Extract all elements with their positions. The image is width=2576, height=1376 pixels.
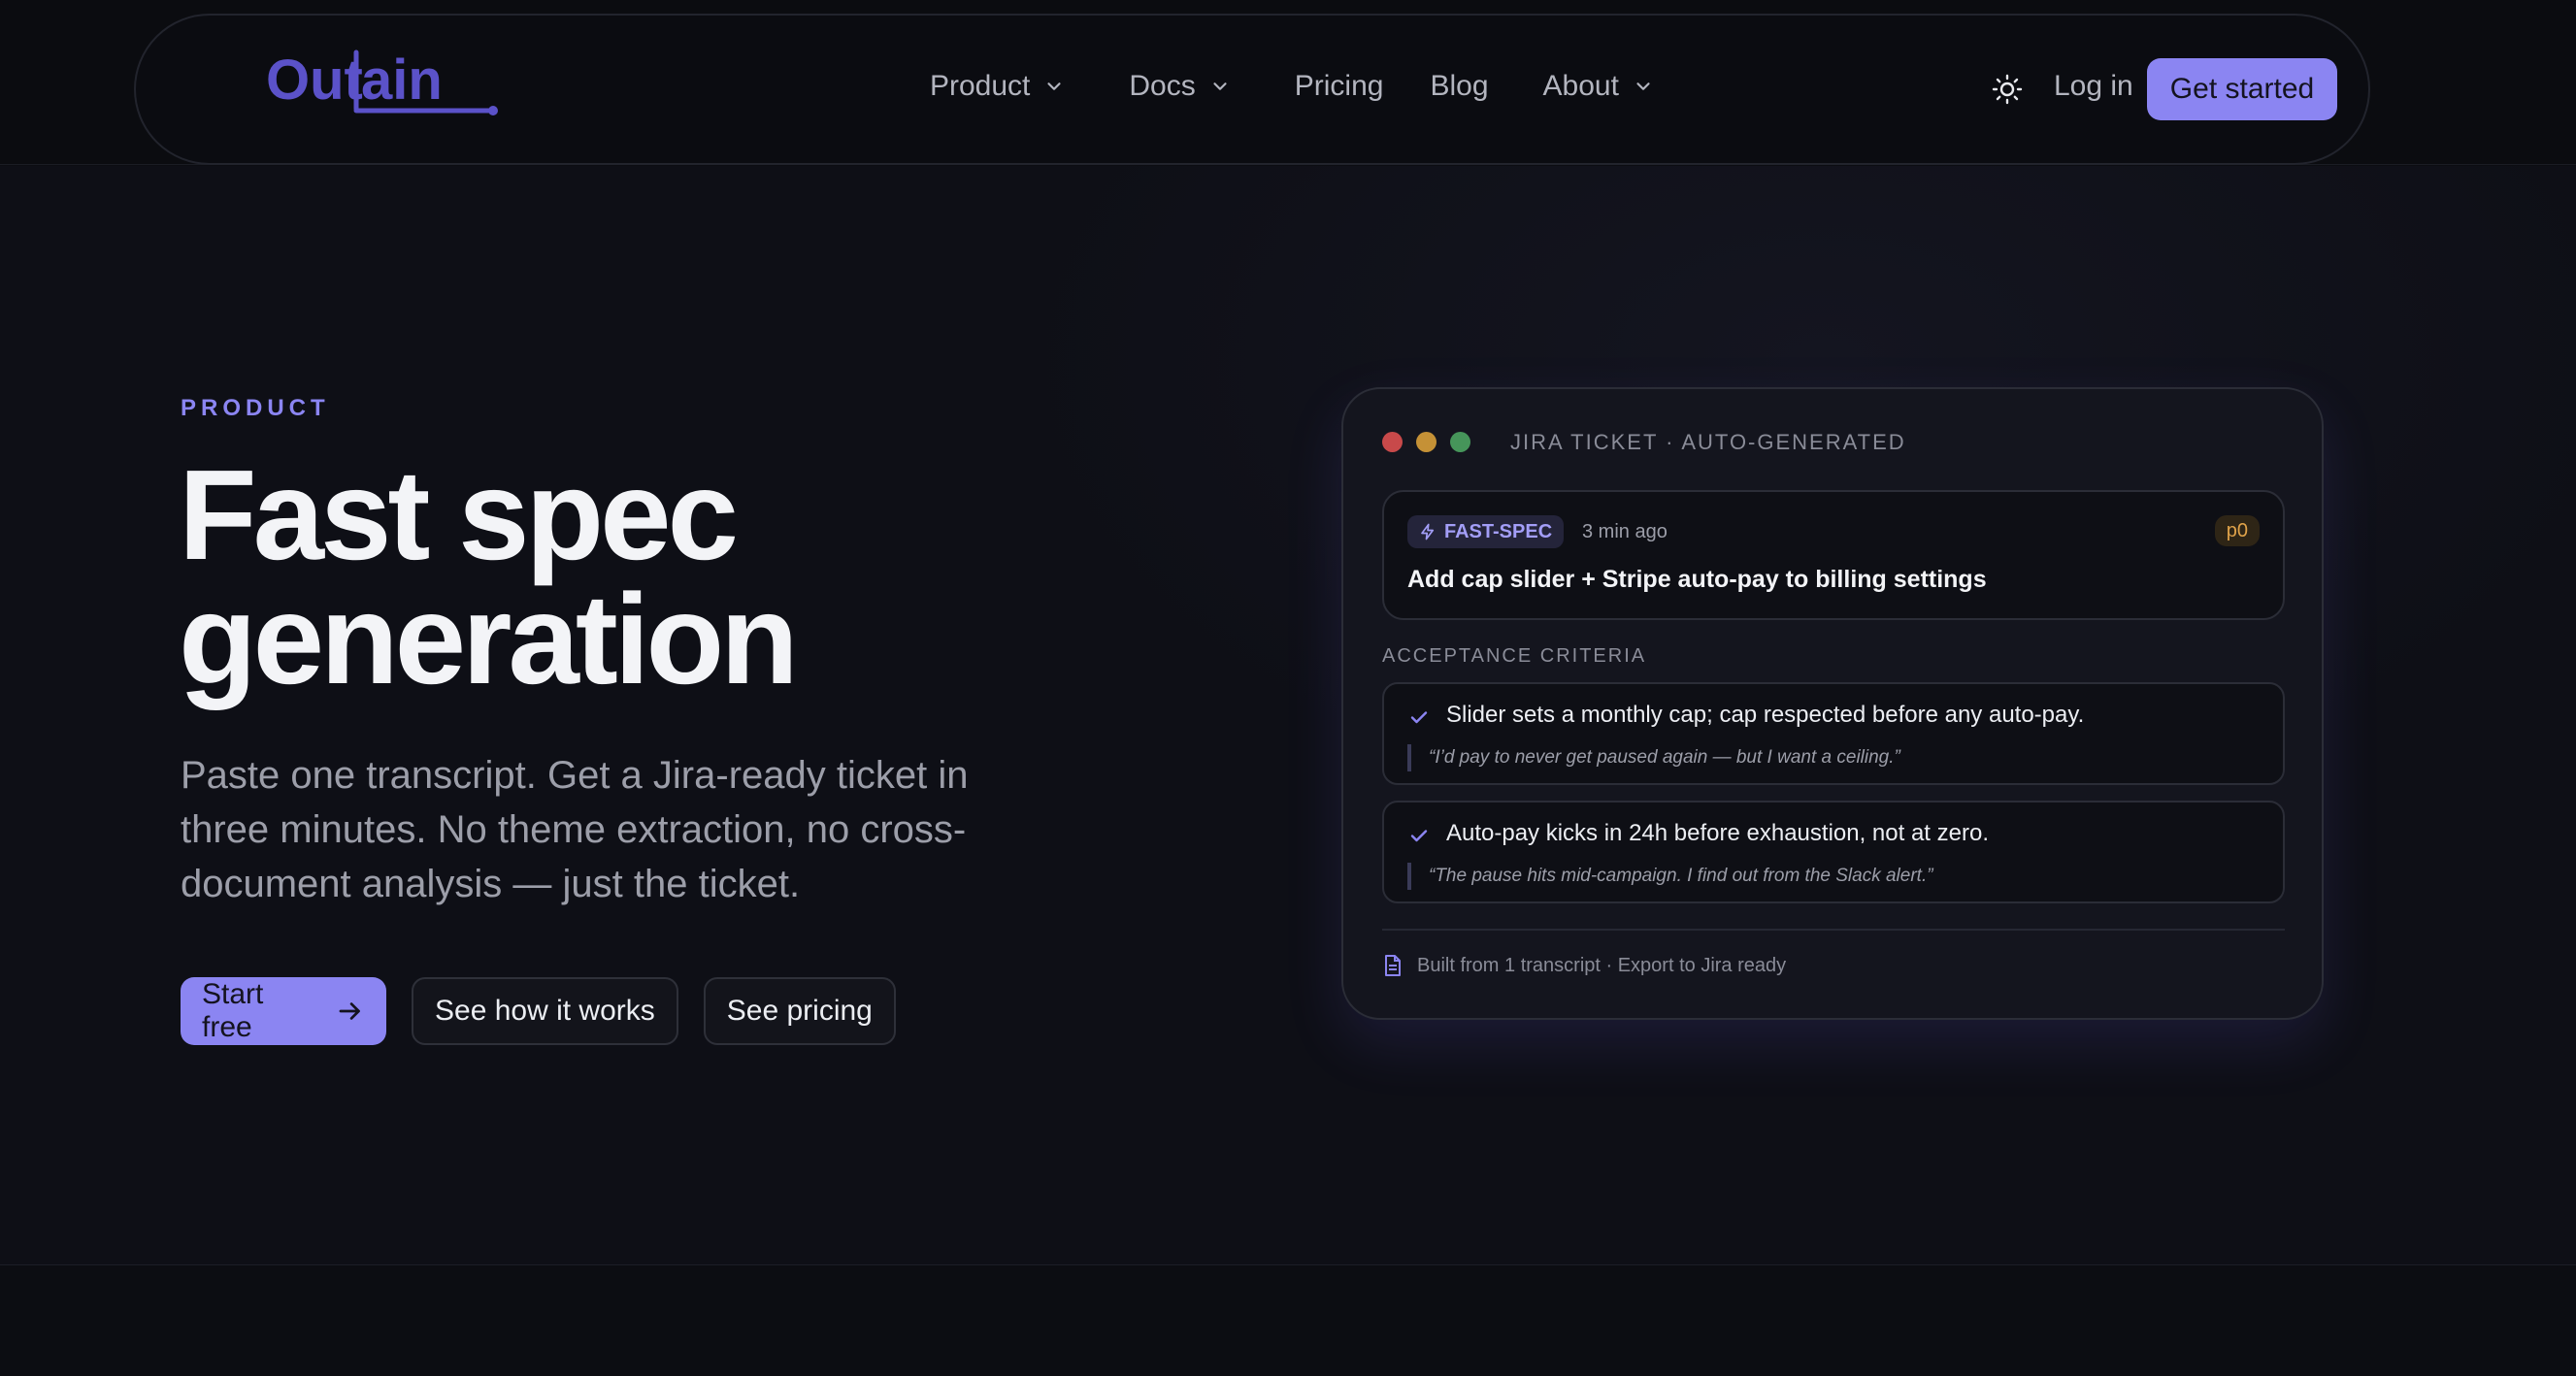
hero-section: PRODUCT Fast spec generation Paste one t…: [0, 166, 2576, 1265]
page: Out ain Product Docs Pricing Blog About: [0, 0, 2576, 1376]
window-dots: [1382, 432, 1470, 452]
criteria-quote: “The pause hits mid-campaign. I find out…: [1407, 863, 1933, 890]
fast-spec-tag: FAST-SPEC: [1407, 515, 1565, 548]
sun-icon[interactable]: [1992, 74, 2023, 105]
dot-green: [1450, 432, 1470, 452]
card-divider: [1382, 929, 2285, 931]
acceptance-criteria-label: ACCEPTANCE CRITERIA: [1382, 645, 1647, 667]
login-link[interactable]: Log in: [2054, 70, 2133, 103]
criteria-item: Auto-pay kicks in 24h before exhaustion,…: [1382, 801, 2285, 903]
main-nav: Product Docs Pricing Blog About: [930, 70, 1654, 103]
criteria-quote: “I’d pay to never get paused again — but…: [1407, 744, 1900, 771]
nav-item-label: Docs: [1129, 70, 1196, 102]
criteria-text: Slider sets a monthly cap; cap respected…: [1446, 702, 2085, 728]
nav-item-label: About: [1542, 70, 1619, 102]
nav-item-docs[interactable]: Docs: [1129, 70, 1230, 103]
chevron-down-icon: [1213, 82, 1227, 90]
ticket-summary: FAST-SPEC 3 min ago p0 Add cap slider + …: [1382, 490, 2285, 620]
nav-item-product[interactable]: Product: [930, 70, 1065, 103]
dot-yellow: [1416, 432, 1437, 452]
chevron-down-icon: [1047, 82, 1061, 90]
check-icon: [1410, 830, 1428, 842]
nav-item-label: Pricing: [1294, 70, 1384, 102]
nav-item-label: Product: [930, 70, 1031, 102]
hero-eyebrow: PRODUCT: [181, 395, 330, 421]
svg-text:ain: ain: [361, 49, 443, 112]
hero-title-line-1: Fast spec: [179, 443, 739, 586]
see-pricing-button[interactable]: See pricing: [703, 977, 896, 1045]
nav-item-about[interactable]: About: [1543, 70, 1654, 103]
nav-item-label: Blog: [1430, 70, 1489, 102]
arrow-right-icon: [339, 1002, 361, 1020]
next-section: [0, 1266, 2576, 1376]
check-icon: [1410, 711, 1428, 724]
priority-badge: p0: [2214, 515, 2260, 546]
footnote-text: Built from 1 transcript · Export to Jira…: [1417, 954, 1787, 976]
tag-label: FAST-SPEC: [1444, 520, 1553, 542]
hero-title-line-2: generation: [179, 568, 799, 710]
start-free-label: Start free: [202, 978, 264, 1043]
dot-red: [1382, 432, 1403, 452]
hero-buttons: Start free See how it works See pricing: [181, 977, 896, 1045]
card-label: JIRA TICKET · AUTO-GENERATED: [1510, 430, 1906, 454]
nav-item-pricing[interactable]: Pricing: [1295, 70, 1384, 103]
document-icon: [1385, 955, 1401, 976]
lightning-icon: [1421, 523, 1435, 541]
ticket-title: Add cap slider + Stripe auto-pay to bill…: [1407, 566, 1987, 593]
hero-subtitle: Paste one transcript. Get a Jira-ready t…: [181, 754, 969, 905]
criteria-item: Slider sets a monthly cap; cap respected…: [1382, 682, 2285, 785]
svg-text:Out: Out: [266, 49, 363, 112]
see-how-it-works-button[interactable]: See how it works: [412, 977, 678, 1045]
chevron-down-icon: [1636, 82, 1650, 90]
time-ago: 3 min ago: [1582, 521, 1668, 542]
criteria-text: Auto-pay kicks in 24h before exhaustion,…: [1446, 820, 1989, 846]
get-started-button[interactable]: Get started: [2147, 58, 2337, 120]
logo-mark: Out ain: [266, 49, 498, 115]
start-free-button[interactable]: Start free: [181, 977, 386, 1045]
ticket-preview-card: JIRA TICKET · AUTO-GENERATED FAST-SPEC 3…: [1341, 387, 2324, 1020]
card-footnote: Built from 1 transcript · Export to Jira…: [1382, 954, 1786, 977]
hero-title: Fast spec generation: [179, 443, 1246, 710]
nav-item-blog[interactable]: Blog: [1430, 70, 1488, 103]
